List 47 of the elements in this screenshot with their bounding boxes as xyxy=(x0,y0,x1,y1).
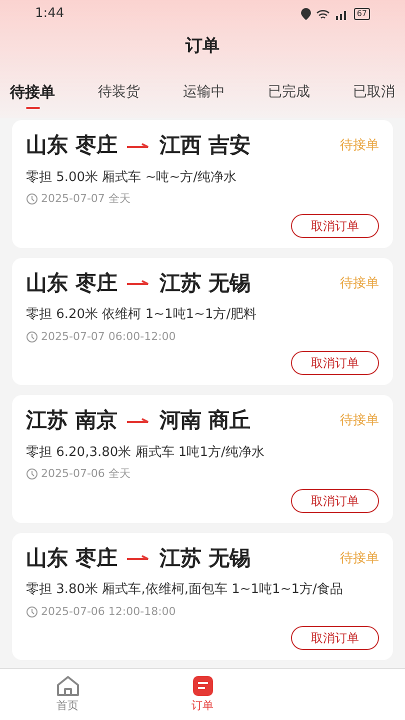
clock-icon xyxy=(26,606,38,618)
order-status: 待接单 xyxy=(340,137,379,155)
pickup-time: 2025-07-06 12:00-18:00 xyxy=(41,604,176,620)
origin-city: 山东 枣庄 xyxy=(26,132,118,159)
wifi-icon xyxy=(316,8,330,20)
nav-item[interactable]: 首页 xyxy=(0,669,135,720)
tab[interactable]: 已完成 xyxy=(268,76,310,108)
location-icon xyxy=(300,8,311,20)
pickup-time: 2025-07-06 全天 xyxy=(41,466,130,482)
tab[interactable]: 待装货 xyxy=(98,76,140,108)
battery-indicator: 67 xyxy=(354,8,370,20)
cancel-order-button[interactable]: 取消订单 xyxy=(291,626,379,650)
page-title: 订单 xyxy=(186,35,220,58)
signal-icon xyxy=(334,8,349,20)
cargo-details: 零担 3.80米 厢式车,依维柯,面包车 1~1吨1~1方/食品 xyxy=(26,581,344,599)
cancel-order-button[interactable]: 取消订单 xyxy=(291,351,379,375)
destination-city: 江苏 无锡 xyxy=(159,544,251,572)
order-status: 待接单 xyxy=(340,550,379,568)
document-icon xyxy=(190,674,214,698)
clock-icon xyxy=(26,193,38,206)
home-icon xyxy=(54,674,80,698)
cargo-details: 零担 6.20,3.80米 厢式车 1吨1方/纯净水 xyxy=(26,444,266,462)
cancel-order-button[interactable]: 取消订单 xyxy=(291,488,379,512)
clock-icon xyxy=(26,468,38,480)
tab[interactable]: 待接单 xyxy=(10,74,55,110)
clock-icon xyxy=(26,330,38,343)
tab[interactable]: 已取消 xyxy=(353,76,395,108)
status-time: 1:44 xyxy=(35,5,64,24)
order-card[interactable]: 江苏 南京 河南 商丘 待接单 零担 6.20,3.80米 厢式车 1吨1方/纯净水 2025-07-06 全天 取消订单 xyxy=(12,395,393,522)
destination-city: 江苏 无锡 xyxy=(159,270,251,296)
origin-city: 山东 枣庄 xyxy=(26,270,118,296)
pickup-time: 2025-07-07 06:00-12:00 xyxy=(41,328,176,344)
destination-city: 河南 商丘 xyxy=(159,407,251,434)
order-card[interactable]: 山东 枣庄 江苏 无锡 待接单 零担 6.20米 依维柯 1~1吨1~1方/肥料 2025-07-07 06:00-12:00 取消订单 xyxy=(12,258,393,385)
destination-city: 江西 吉安 xyxy=(159,132,251,159)
order-card[interactable]: 山东 枣庄 江西 吉安 待接单 零担 5.00米 厢式车 ~吨~方/纯净水 2025-07-07 全天 取消订单 xyxy=(12,120,393,248)
origin-city: 山东 枣庄 xyxy=(26,544,118,572)
cancel-order-button[interactable]: 取消订单 xyxy=(291,214,379,238)
tab[interactable]: 运输中 xyxy=(183,76,225,108)
cargo-details: 零担 5.00米 厢式车 ~吨~方/纯净水 xyxy=(26,168,238,186)
order-card[interactable]: 山东 枣庄 江苏 无锡 待接单 零担 3.80米 厢式车,依维柯,面包车 1~1吨1~1方/食品 2025-07-06 12:00-18:00 取消订单 xyxy=(12,532,393,660)
nav-item[interactable]: 订单 xyxy=(135,669,270,720)
order-status: 待接单 xyxy=(340,412,379,430)
pickup-time: 2025-07-07 全天 xyxy=(41,191,130,207)
order-status: 待接单 xyxy=(340,274,379,292)
origin-city: 江苏 南京 xyxy=(26,407,118,434)
cargo-details: 零担 6.20米 依维柯 1~1吨1~1方/肥料 xyxy=(26,306,258,324)
